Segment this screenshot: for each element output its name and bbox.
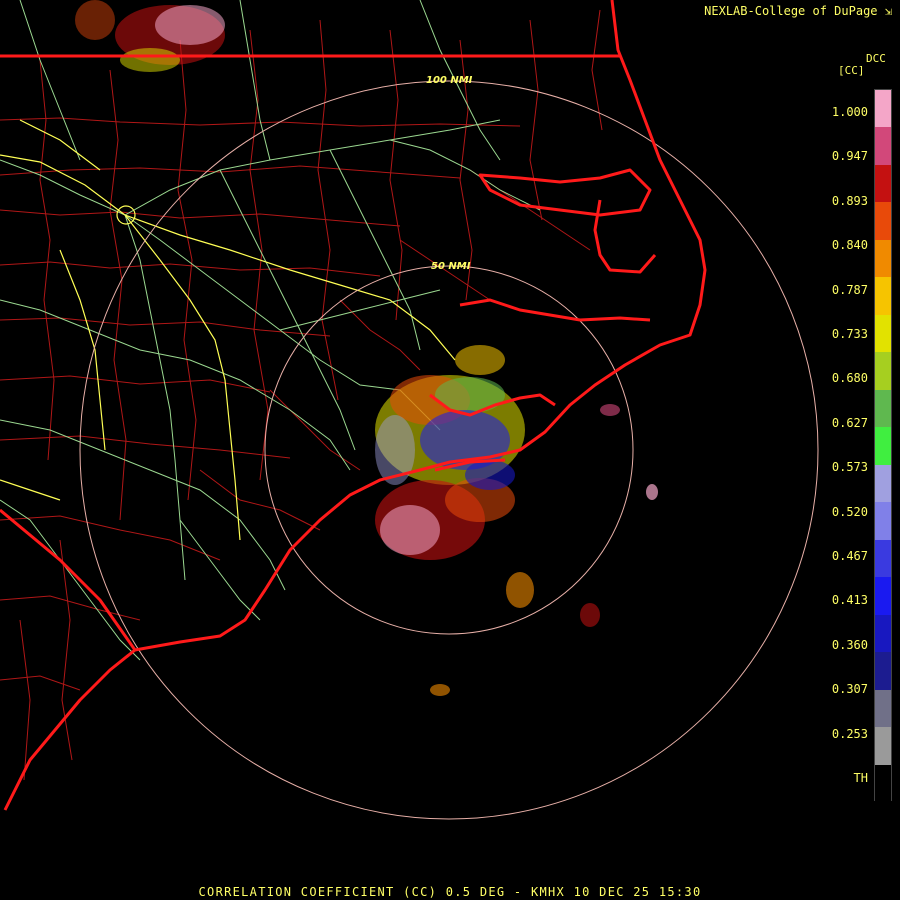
- legend-value-label: 0.520: [831, 504, 868, 519]
- legend-value-label: 0.627: [831, 415, 868, 430]
- product-caption: CORRELATION COEFFICIENT (CC) 0.5 DEG - K…: [198, 885, 702, 899]
- legend-color-segment: [875, 164, 891, 204]
- legend-color-segment: [875, 239, 891, 279]
- legend-color-bar: [874, 89, 892, 803]
- legend-value-label: 0.840: [831, 238, 868, 253]
- radar-map: 50 NMI 100 NMI: [0, 0, 819, 820]
- legend-color-segment: [875, 427, 891, 466]
- legend-value-label: 0.733: [831, 327, 868, 341]
- legend-color-segment: [875, 90, 891, 129]
- legend-value-label: 0.573: [831, 460, 868, 475]
- legend-product-code: DCC: [866, 52, 886, 65]
- legend-color-segment: [875, 202, 891, 241]
- legend-color-segment: [875, 127, 891, 166]
- legend-value-label: 0.947: [831, 149, 868, 164]
- legend-value-label: 0.307: [831, 682, 868, 697]
- county-borders: [0, 9, 603, 781]
- legend-color-segment: [875, 464, 891, 504]
- legend-value-label: 0.253: [831, 726, 868, 741]
- legend-color-segment: [875, 539, 891, 579]
- legend-color-segment: [875, 352, 891, 391]
- nexlab-credit: NEXLAB-College of DuPage ⇲: [704, 4, 892, 18]
- outer-ring-label: 100 NMI: [426, 75, 473, 86]
- legend-value-label: TH: [853, 771, 868, 785]
- legend-color-segment: [875, 502, 891, 541]
- legend-color-segment: [875, 689, 891, 729]
- radar-echoes: [75, 0, 658, 696]
- legend-color-segment: [875, 577, 891, 616]
- legend-color-segment: [875, 614, 891, 654]
- legend-value-label: 1.000: [831, 105, 868, 119]
- secondary-highways: [0, 0, 541, 661]
- legend-value-label: 0.787: [831, 282, 868, 297]
- legend-color-segment: [875, 652, 891, 691]
- legend-color-segment: [875, 389, 891, 429]
- legend-color-segment: [875, 277, 891, 316]
- inner-ring-label: 50 NMI: [431, 261, 471, 272]
- legend-color-segment: [875, 727, 891, 766]
- legend-color-segment: [875, 764, 891, 803]
- range-ring-labels: 50 NMI 100 NMI: [426, 75, 473, 272]
- nexlab-logo-icon: ⇲: [884, 4, 892, 18]
- legend-value-label: 0.680: [831, 371, 868, 386]
- legend-unit: [CC]: [838, 64, 865, 77]
- legend-value-label: 0.467: [831, 549, 868, 563]
- legend-color-segment: [875, 314, 891, 354]
- legend-value-label: 0.413: [831, 593, 868, 608]
- credit-text: NEXLAB-College of DuPage: [704, 4, 878, 18]
- legend-value-label: 0.360: [831, 637, 868, 652]
- legend-value-label: 0.893: [831, 193, 868, 208]
